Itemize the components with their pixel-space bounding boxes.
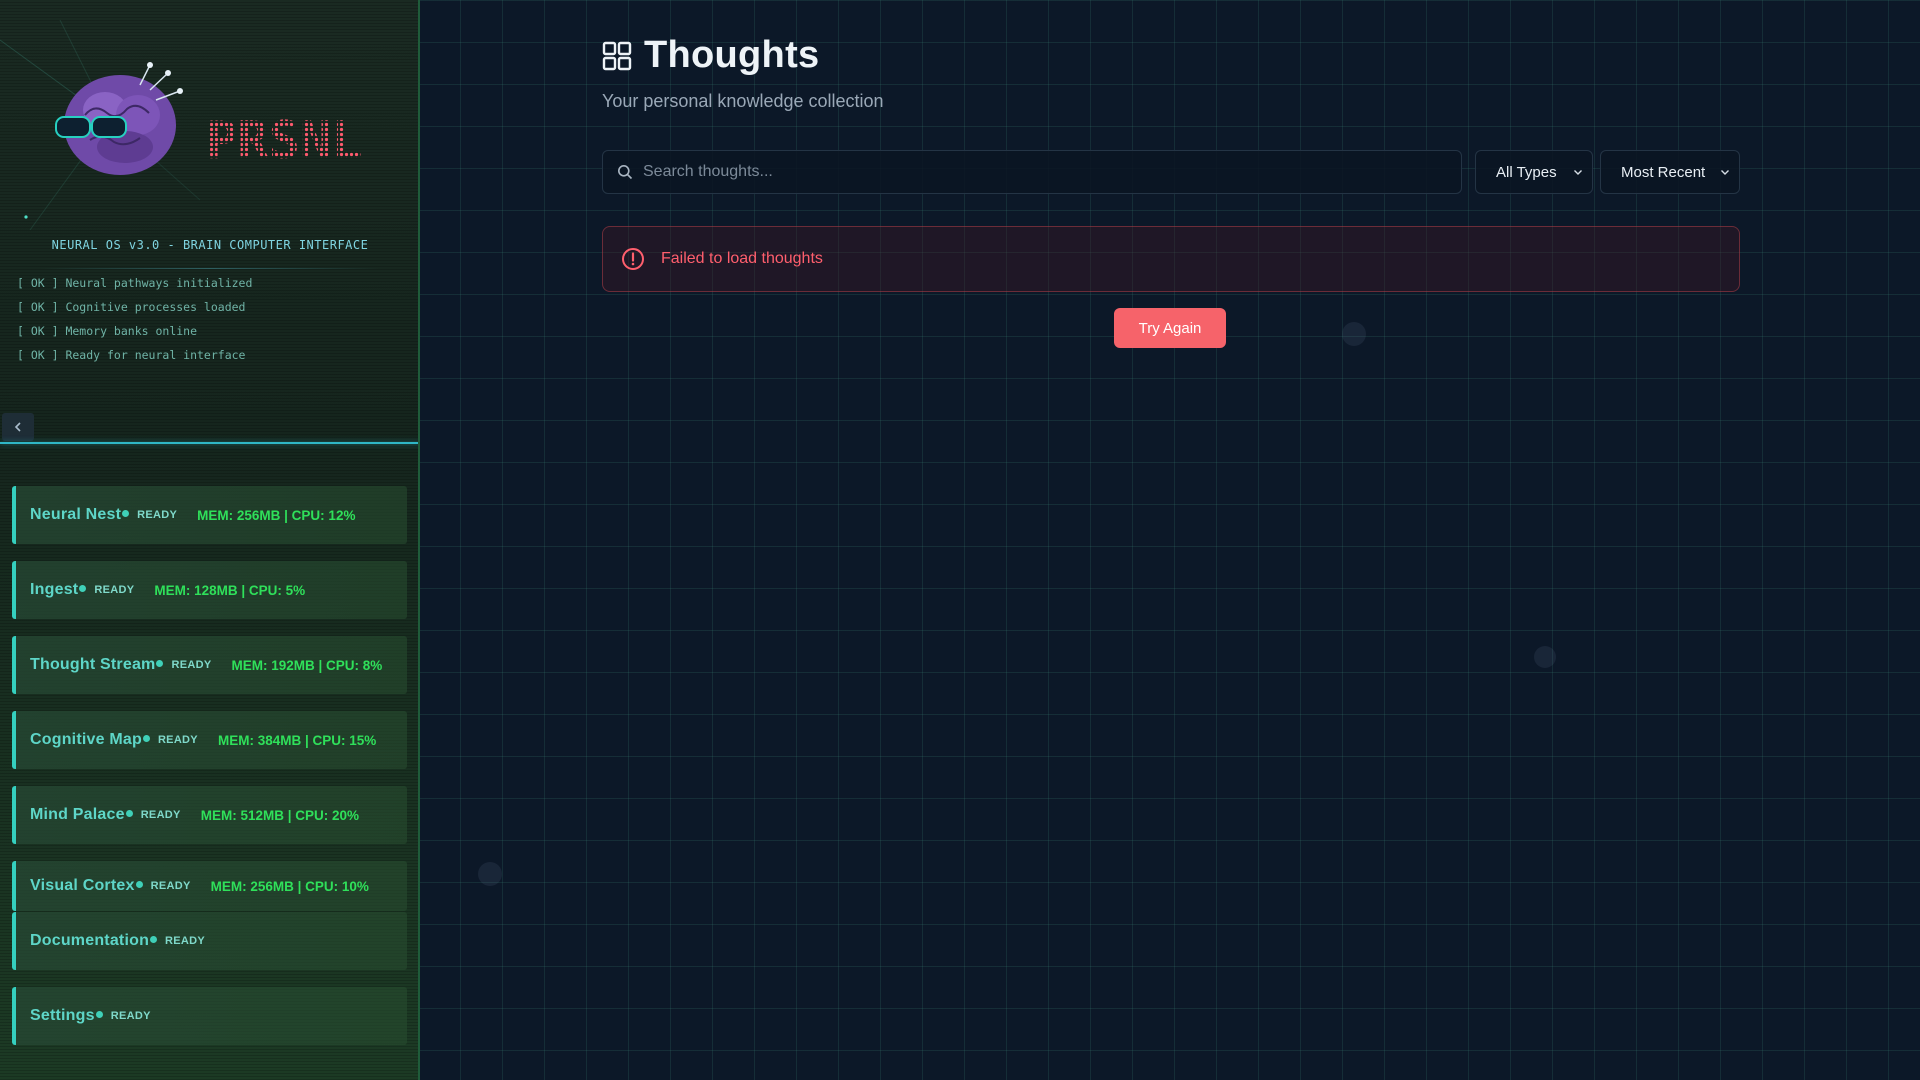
sidebar-item-mind-palace[interactable]: Mind Palace READY MEM: 512MB | CPU: 20% [12, 786, 407, 844]
boot-log-line: [ OK ] Ready for neural interface [17, 348, 246, 362]
brain-mascot-logo [55, 62, 183, 175]
status-dot-icon [79, 585, 87, 592]
sidebar-divider [0, 442, 418, 444]
boot-log-line: [ OK ] Neural pathways initialized [17, 276, 253, 290]
type-filter-value: All Types [1496, 163, 1557, 181]
page-title: Thoughts [644, 34, 820, 76]
app-root: PRSNL NEURAL OS v3.0 - BRAIN COMPUTER IN… [0, 0, 1920, 1080]
try-again-button[interactable]: Try Again [1114, 308, 1226, 348]
sort-select[interactable]: Most Recent [1600, 150, 1740, 194]
resource-stats: MEM: 128MB | CPU: 5% [154, 582, 306, 598]
chevron-left-icon [14, 422, 21, 432]
status-badge: READY [94, 584, 135, 596]
resource-stats: MEM: 256MB | CPU: 10% [210, 878, 369, 894]
sidebar-item-cognitive-map[interactable]: Cognitive Map READY MEM: 384MB | CPU: 15… [12, 711, 407, 769]
brand-text: PRSNL [206, 112, 363, 168]
sidebar: PRSNL NEURAL OS v3.0 - BRAIN COMPUTER IN… [0, 0, 420, 1080]
status-dot-icon [156, 660, 164, 667]
boot-log: [ OK ] Neural pathways initialized [ OK … [17, 274, 252, 370]
resource-stats: MEM: 256MB | CPU: 12% [197, 507, 356, 523]
main-content: Thoughts Your personal knowledge collect… [420, 0, 1920, 1080]
type-filter-select[interactable]: All Types [1475, 150, 1593, 194]
search-icon [618, 165, 633, 180]
sidebar-item-label: Visual Cortex [30, 877, 135, 894]
status-badge: READY [171, 659, 212, 671]
status-dot-icon [142, 735, 150, 742]
page-header: Thoughts Your personal knowledge collect… [602, 34, 884, 112]
status-badge: READY [150, 880, 191, 892]
sidebar-item-label: Cognitive Map [30, 731, 142, 748]
sidebar-item-label: Neural Nest [30, 506, 122, 523]
brand-wordmark: PRSNL [206, 112, 363, 168]
resource-stats: MEM: 384MB | CPU: 15% [217, 732, 377, 748]
alert-circle-icon [622, 248, 644, 270]
boot-log-line: [ OK ] Cognitive processes loaded [17, 300, 246, 314]
sidebar-item-label: Ingest [30, 581, 79, 598]
resource-stats: MEM: 192MB | CPU: 8% [231, 657, 383, 673]
status-dot-icon [122, 510, 130, 517]
sidebar-item-label: Settings [30, 1007, 95, 1024]
chevron-down-icon [1721, 170, 1729, 175]
background-orb [1534, 646, 1556, 668]
status-dot-icon [95, 1011, 103, 1018]
title-row: Thoughts [602, 34, 884, 77]
sort-value: Most Recent [1621, 163, 1706, 181]
background-orb [478, 862, 502, 886]
chevron-down-icon [1574, 170, 1582, 175]
sidebar-item-visual-cortex[interactable]: Visual Cortex READY MEM: 256MB | CPU: 10… [12, 861, 407, 911]
sidebar-item-settings[interactable]: Settings READY [12, 987, 407, 1045]
resource-stats: MEM: 512MB | CPU: 20% [200, 807, 360, 823]
logo-area: PRSNL [0, 0, 418, 230]
sidebar-item-label: Documentation [30, 932, 150, 949]
sidebar-item-documentation[interactable]: Documentation READY [12, 912, 407, 970]
sidebar-item-ingest[interactable]: Ingest READY MEM: 128MB | CPU: 5% [12, 561, 407, 619]
status-dot-icon [125, 810, 133, 817]
sidebar-item-thought-stream[interactable]: Thought Stream READY MEM: 192MB | CPU: 8… [12, 636, 407, 694]
status-badge: READY [157, 734, 198, 746]
grid-icon [602, 41, 632, 70]
collapse-sidebar-button[interactable] [2, 413, 34, 441]
status-badge: READY [165, 935, 206, 947]
sidebar-item-label: Mind Palace [30, 806, 125, 823]
system-tagline: NEURAL OS v3.0 - BRAIN COMPUTER INTERFAC… [51, 238, 369, 252]
boot-log-line: [ OK ] Memory banks online [17, 324, 198, 338]
page-subtitle: Your personal knowledge collection [602, 91, 884, 111]
background-orb [1342, 322, 1366, 346]
status-badge: READY [140, 809, 181, 821]
error-banner: Failed to load thoughts [602, 226, 1740, 292]
status-dot-icon [135, 881, 143, 888]
search-box [602, 150, 1462, 194]
error-message: Failed to load thoughts [661, 250, 823, 267]
search-input[interactable] [643, 163, 1443, 181]
sidebar-item-label: Thought Stream [30, 656, 156, 673]
sidebar-item-neural-nest[interactable]: Neural Nest READY MEM: 256MB | CPU: 12% [12, 486, 407, 544]
divider [40, 268, 380, 269]
status-dot-icon [150, 936, 158, 943]
status-badge: READY [137, 509, 178, 521]
filter-toolbar: All Types Most Recent [602, 150, 1740, 194]
status-badge: READY [110, 1010, 151, 1022]
